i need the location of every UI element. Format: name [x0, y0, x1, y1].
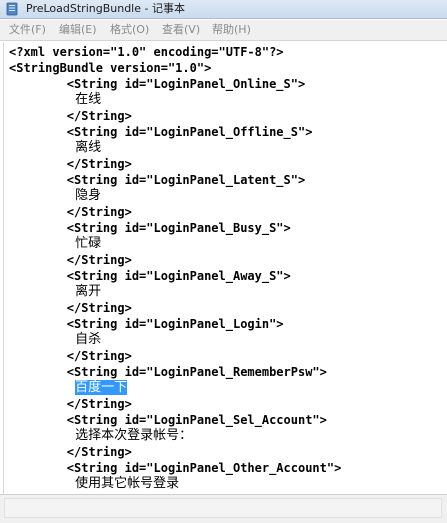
text-line: </String>: [9, 349, 132, 363]
text-line: 离开: [9, 284, 102, 299]
text-line: </String>: [9, 109, 132, 123]
bottom-bar: [0, 494, 447, 523]
menu-edit[interactable]: 编辑(E): [59, 23, 97, 37]
text-line-selected-row: 百度一下: [9, 380, 128, 396]
text-line: 使用其它帐号登录: [9, 476, 180, 491]
selected-text[interactable]: 百度一下: [75, 380, 128, 395]
text-line: <String id="LoginPanel_Busy_S">: [9, 221, 291, 235]
text-line: </String>: [9, 253, 132, 267]
text-line: 隐身: [9, 188, 102, 203]
text-line: </String>: [9, 301, 132, 315]
text-line: </String>: [9, 445, 132, 459]
text-line: <String id="LoginPanel_Sel_Account">: [9, 413, 327, 427]
text-line: <String id="LoginPanel_Other_Account">: [9, 461, 342, 475]
text-line: </String>: [9, 205, 132, 219]
text-line: <String id="LoginPanel_Offline_S">: [9, 125, 313, 139]
text-line: 忙碌: [9, 236, 102, 251]
text-editor-area[interactable]: <?xml version="1.0" encoding="UTF-8"?> <…: [3, 42, 445, 494]
text-line: <StringBundle version="1.0">: [9, 61, 212, 75]
text-line: 选择本次登录帐号：: [9, 428, 193, 443]
text-line: <?xml version="1.0" encoding="UTF-8"?>: [9, 45, 284, 59]
menu-file[interactable]: 文件(F): [9, 23, 46, 37]
title-bar[interactable]: PreLoadStringBundle - 记事本: [0, 0, 447, 19]
text-line: <String id="LoginPanel_Login">: [9, 317, 284, 331]
menu-bar: 文件(F) 编辑(E) 格式(O) 查看(V) 帮助(H): [0, 20, 447, 41]
text-line: <String id="LoginPanel_Online_S">: [9, 77, 306, 91]
notepad-icon: [6, 2, 18, 16]
text-line: <String id="LoginPanel_Latent_S">: [9, 173, 306, 187]
horizontal-scrollbar[interactable]: [4, 498, 442, 518]
text-line: 离线: [9, 140, 102, 155]
text-line: <String id="LoginPanel_Away_S">: [9, 269, 291, 283]
text-line: 在线: [9, 92, 102, 107]
text-line: 自杀: [9, 332, 102, 347]
menu-view[interactable]: 查看(V): [162, 23, 200, 37]
text-line: <String id="LoginPanel_RememberPsw">: [9, 365, 327, 379]
window-title: PreLoadStringBundle - 记事本: [26, 2, 185, 15]
menu-format[interactable]: 格式(O): [110, 23, 149, 37]
text-line: </String>: [9, 397, 132, 411]
menu-help[interactable]: 帮助(H): [212, 23, 251, 37]
text-line: </String>: [9, 157, 132, 171]
